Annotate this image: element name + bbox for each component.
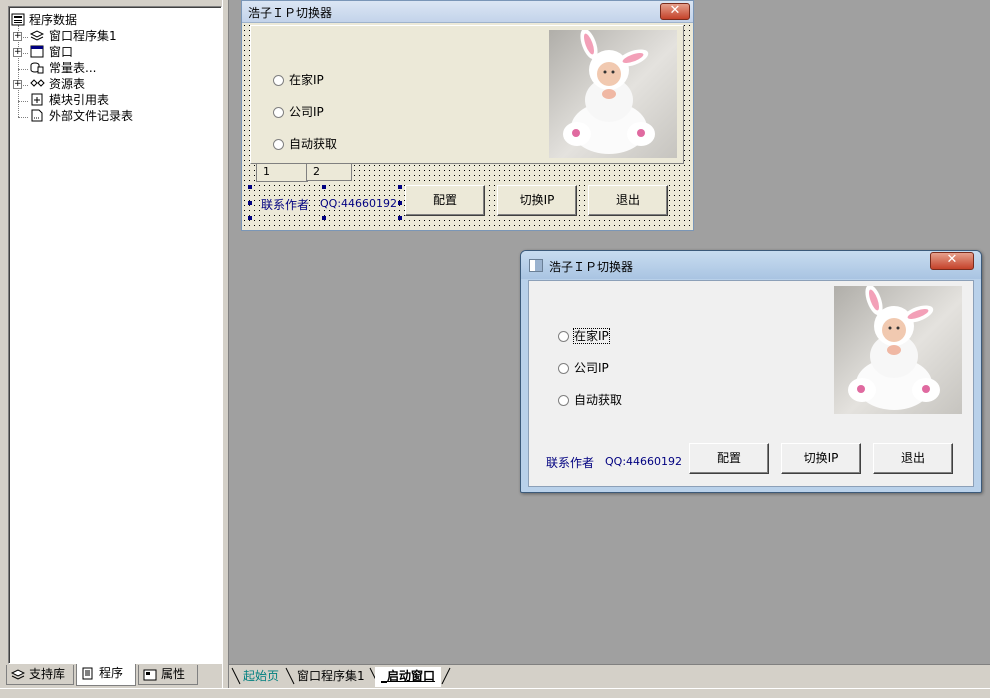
tab-2[interactable]: 2	[306, 163, 352, 181]
tree-item-label: 资源表	[49, 77, 86, 91]
radio-auto-obtain[interactable]: 自动获取	[558, 392, 622, 408]
switch-ip-button[interactable]: 切换IP	[781, 443, 861, 474]
tree-root-label: 程序数据	[29, 13, 78, 27]
tree-item-label: 模块引用表	[49, 93, 110, 107]
radio-office-ip[interactable]: 公司IP	[558, 360, 609, 376]
radio-label: 在家IP	[573, 328, 610, 344]
design-form-titlebar[interactable]: 浩子ＩＰ切换器 ✕	[242, 1, 693, 23]
close-icon[interactable]: ✕	[930, 252, 974, 270]
runtime-window-title: 浩子ＩＰ切换器	[549, 260, 634, 274]
tab-label: 程序	[99, 666, 124, 680]
layers-icon	[29, 29, 45, 42]
window-icon	[30, 45, 44, 58]
runtime-window[interactable]: 浩子ＩＰ切换器 ✕ 在家IP 公司IP 自动获取 联系作者 QQ:4466019…	[520, 250, 982, 493]
expand-icon[interactable]: +	[13, 32, 22, 41]
tree-item-program-set[interactable]: + 窗口程序集1	[13, 28, 213, 44]
tab-library[interactable]: 支持库	[6, 665, 74, 685]
left-panel-tabs: 支持库 程序 属性	[6, 664, 222, 687]
tree-root[interactable]: 程序数据	[11, 12, 211, 28]
selection-handle[interactable]	[248, 201, 252, 205]
program-icon	[81, 667, 95, 680]
tree-item-label: 窗口	[49, 45, 74, 59]
constants-icon	[30, 61, 44, 74]
tree-item-label: 窗口程序集1	[49, 29, 117, 43]
tree-item-window[interactable]: + 窗口	[13, 44, 213, 60]
tab-label: 属性	[161, 667, 186, 681]
contact-author-link[interactable]: 联系作者	[546, 454, 594, 471]
config-button[interactable]: 配置	[405, 185, 485, 216]
contact-author-link[interactable]: 联系作者	[261, 196, 310, 213]
design-form-body[interactable]: 在家IP 公司IP 自动获取 1 2 联系作者 QQ:44660192 配置 切…	[242, 23, 693, 230]
tab-properties[interactable]: 属性	[138, 665, 198, 685]
design-tab-control[interactable]: 在家IP 公司IP 自动获取	[250, 25, 684, 164]
resources-icon	[30, 77, 45, 90]
tab-label: 支持库	[29, 667, 66, 681]
tree-item-label: 外部文件记录表	[49, 109, 134, 123]
selection-handle[interactable]	[398, 216, 402, 220]
radio-home-ip[interactable]: 在家IP	[558, 328, 610, 344]
runtime-window-body: 在家IP 公司IP 自动获取 联系作者 QQ:44660192 配置 切换IP …	[528, 280, 974, 487]
design-form-title: 浩子ＩＰ切换器	[248, 6, 333, 20]
editor-tabs: 起始页 窗口程序集1 _启动窗口	[229, 664, 990, 688]
properties-icon	[143, 668, 157, 681]
database-icon	[11, 13, 25, 26]
project-panel: 程序数据 + 窗口程序集1 + 窗口 常量表... + 资源表 模块引用表 外部…	[0, 0, 229, 698]
panel-splitter[interactable]	[222, 0, 229, 698]
radio-office-ip[interactable]: 公司IP	[273, 104, 324, 120]
bunny-baby-photo	[549, 30, 677, 158]
tab-program-set[interactable]: 窗口程序集1	[291, 667, 371, 687]
tab-separator	[441, 667, 451, 685]
tree-item-external-files[interactable]: 外部文件记录表	[13, 108, 213, 124]
radio-auto-obtain[interactable]: 自动获取	[273, 136, 337, 152]
selection-handle[interactable]	[398, 201, 402, 205]
runtime-window-titlebar[interactable]: 浩子ＩＰ切换器 ✕	[521, 251, 981, 279]
radio-home-ip[interactable]: 在家IP	[273, 72, 324, 88]
selection-handle[interactable]	[248, 185, 252, 189]
tab-startup-window[interactable]: _启动窗口	[375, 667, 442, 687]
selection-handle[interactable]	[248, 216, 252, 220]
status-bar	[0, 688, 990, 698]
tab-1[interactable]: 1	[256, 164, 308, 182]
module-icon	[30, 93, 44, 106]
switch-ip-button[interactable]: 切换IP	[497, 185, 577, 216]
selection-handle[interactable]	[322, 185, 326, 189]
bunny-baby-photo	[834, 286, 962, 414]
tab-program[interactable]: 程序	[76, 664, 136, 686]
qq-number-label: QQ:44660192	[320, 197, 398, 210]
library-icon	[10, 668, 26, 681]
selection-handle[interactable]	[398, 185, 402, 189]
selection-handle[interactable]	[322, 216, 326, 220]
project-tree[interactable]: 程序数据 + 窗口程序集1 + 窗口 常量表... + 资源表 模块引用表 外部…	[8, 6, 222, 664]
config-button[interactable]: 配置	[689, 443, 769, 474]
qq-number-label: QQ:44660192	[605, 455, 683, 468]
close-icon[interactable]: ✕	[660, 3, 690, 20]
design-form[interactable]: 浩子ＩＰ切换器 ✕ 在家IP 公司IP 自动获取 1 2 联系作者 QQ:446…	[241, 0, 694, 231]
tree-item-constants[interactable]: 常量表...	[13, 60, 213, 76]
exit-button[interactable]: 退出	[588, 185, 668, 216]
file-icon	[30, 109, 44, 122]
app-window-icon	[529, 259, 543, 272]
exit-button[interactable]: 退出	[873, 443, 953, 474]
tree-item-label: 常量表...	[49, 61, 97, 75]
expand-icon[interactable]: +	[13, 80, 22, 89]
expand-icon[interactable]: +	[13, 48, 22, 57]
tree-item-resources[interactable]: + 资源表	[13, 76, 213, 92]
tab-start-page[interactable]: 起始页	[237, 667, 285, 687]
tree-item-modules[interactable]: 模块引用表	[13, 92, 213, 108]
